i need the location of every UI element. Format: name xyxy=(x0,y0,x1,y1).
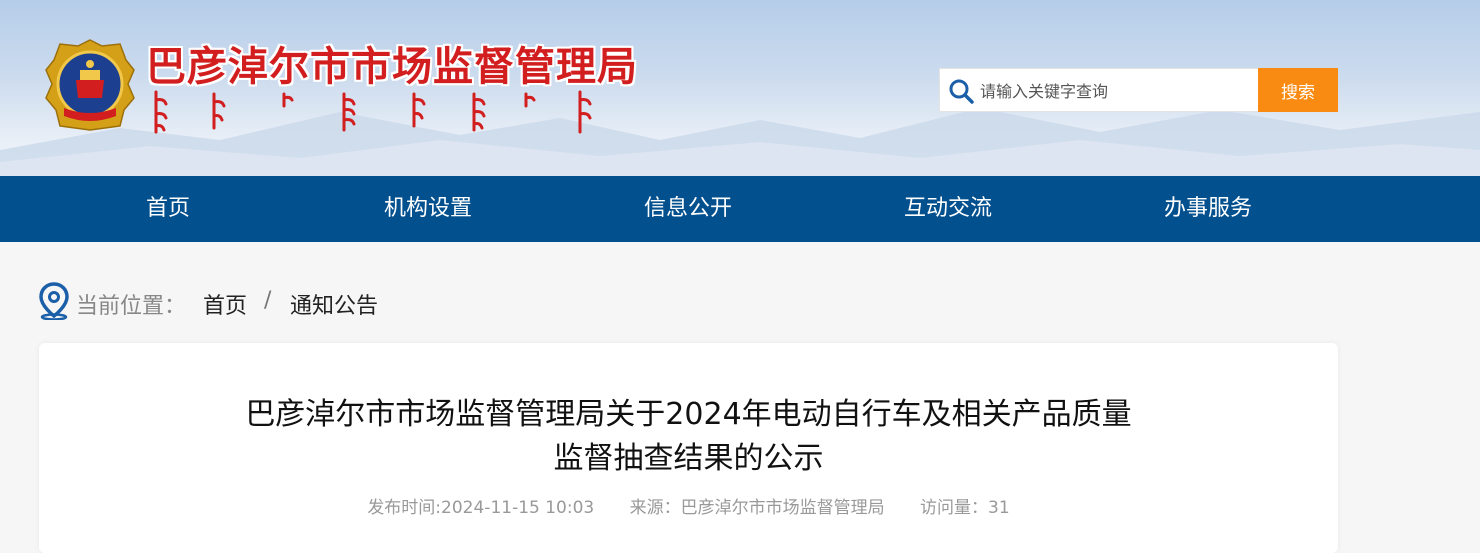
view-count: 访问量：31 xyxy=(920,498,1010,518)
article-title-line1: 巴彦淖尔市市场监督管理局关于2024年电动自行车及相关产品质量 xyxy=(245,397,1132,432)
site-title: 巴彦淖尔市市场监督管理局 xyxy=(146,44,638,90)
nav-item-organization[interactable]: 机构设置 xyxy=(318,176,538,242)
article-card: 巴彦淖尔市市场监督管理局关于2024年电动自行车及相关产品质量 监督抽查结果的公… xyxy=(39,343,1338,553)
site-header: 巴彦淖尔市市场监督管理局 搜索 xyxy=(0,0,1480,176)
search-button[interactable]: 搜索 xyxy=(1258,68,1338,112)
breadcrumb-current-link[interactable]: 通知公告 xyxy=(290,288,378,320)
breadcrumb-label: 当前位置： xyxy=(76,294,187,319)
article-meta: 发布时间:2024-11-15 10:03 来源：巴彦淖尔市市场监督管理局 访问… xyxy=(39,493,1338,518)
breadcrumb-separator: / xyxy=(264,288,272,313)
publish-time: 发布时间:2024-11-15 10:03 xyxy=(367,498,595,518)
main-nav: 首页 机构设置 信息公开 互动交流 办事服务 xyxy=(0,176,1480,242)
article-title-line2: 监督抽查结果的公示 xyxy=(553,441,824,476)
article-source: 来源：巴彦淖尔市市场监督管理局 xyxy=(629,498,885,518)
location-pin-icon xyxy=(39,282,69,320)
mongolian-script-title xyxy=(154,90,592,134)
search-box: 搜索 xyxy=(939,68,1338,113)
nav-item-services[interactable]: 办事服务 xyxy=(1098,176,1318,242)
breadcrumb-home-link[interactable]: 首页 xyxy=(203,288,247,320)
nav-item-information-disclosure[interactable]: 信息公开 xyxy=(578,176,798,242)
nav-item-interaction[interactable]: 互动交流 xyxy=(838,176,1058,242)
search-icon[interactable] xyxy=(948,78,974,104)
emblem-icon xyxy=(45,39,135,131)
search-input[interactable] xyxy=(978,69,1262,113)
nav-item-home[interactable]: 首页 xyxy=(58,176,278,242)
article-title: 巴彦淖尔市市场监督管理局关于2024年电动自行车及相关产品质量 监督抽查结果的公… xyxy=(39,393,1338,481)
